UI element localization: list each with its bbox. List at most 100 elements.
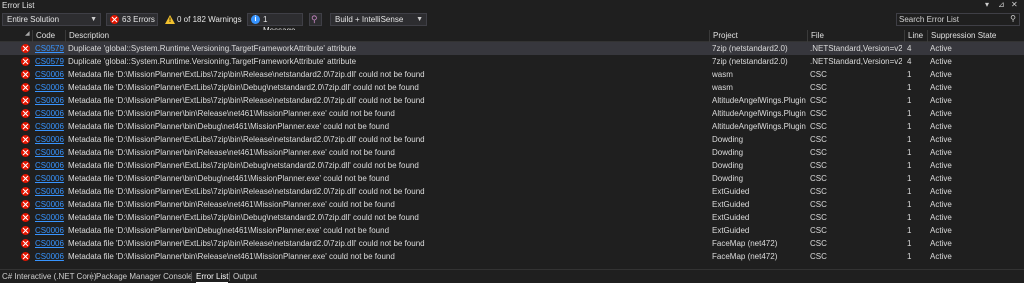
table-row[interactable]: CS0006 Metadata file 'D:\MissionPlanner\E… xyxy=(0,159,1024,172)
build-filter-dropdown[interactable]: Build + IntelliSense ▼ xyxy=(330,13,427,26)
cell-code[interactable]: CS0579 xyxy=(35,55,65,68)
chevron-down-icon: ▼ xyxy=(90,16,97,23)
column-header-suppression-state[interactable]: Suppression State xyxy=(927,30,1024,42)
cell-description: Metadata file 'D:\MissionPlanner\ExtLibs… xyxy=(68,96,425,105)
cell-code[interactable]: CS0006 xyxy=(35,237,65,250)
error-icon xyxy=(21,109,30,118)
errors-count-label: 63 Errors xyxy=(122,15,155,24)
cell-code[interactable]: CS0006 xyxy=(35,81,65,94)
tab-package-manager-console[interactable]: Package Manager Console xyxy=(96,270,193,283)
cell-line: 1 xyxy=(907,252,912,261)
column-header: ◢ Code Description Project File Line Sup… xyxy=(0,30,1024,42)
table-row[interactable]: CS0006 Metadata file 'D:\MissionPlanner\E… xyxy=(0,211,1024,224)
cell-file: CSC xyxy=(810,187,827,196)
table-row[interactable]: CS0006 Metadata file 'D:\MissionPlanner\b… xyxy=(0,172,1024,185)
column-header-project[interactable]: Project xyxy=(709,30,807,42)
tab-error-list[interactable]: Error List xyxy=(196,270,229,283)
cell-suppression-state: Active xyxy=(930,57,952,66)
cell-line: 1 xyxy=(907,96,912,105)
close-icon[interactable]: ✕ xyxy=(1011,0,1018,9)
scope-dropdown[interactable]: Entire Solution ▼ xyxy=(2,13,101,26)
cell-description: Duplicate 'global::System.Runtime.Versio… xyxy=(68,57,357,66)
cell-code[interactable]: CS0006 xyxy=(35,250,65,263)
search-input[interactable] xyxy=(899,14,1003,25)
messages-filter-button[interactable]: i 1 Message xyxy=(247,13,303,35)
search-box[interactable]: ⚲ xyxy=(896,13,1020,26)
table-row[interactable]: CS0006 Metadata file 'D:\MissionPlanner\E… xyxy=(0,185,1024,198)
cell-project: AltitudeAngelWings.Plugin xyxy=(712,109,806,118)
pin-icon[interactable]: ⊿ xyxy=(998,0,1005,9)
tab-csharp-interactive[interactable]: C# Interactive (.NET Core) xyxy=(2,270,97,283)
cell-suppression-state: Active xyxy=(930,135,952,144)
table-row[interactable]: CS0006 Metadata file 'D:\MissionPlanner\b… xyxy=(0,146,1024,159)
cell-suppression-state: Active xyxy=(930,252,952,261)
cell-code[interactable]: CS0006 xyxy=(35,120,65,133)
column-header-description[interactable]: Description xyxy=(65,30,709,42)
table-row[interactable]: CS0006 Metadata file 'D:\MissionPlanner\E… xyxy=(0,68,1024,81)
errors-filter-button[interactable]: 63 Errors xyxy=(106,13,158,26)
cell-suppression-state: Active xyxy=(930,148,952,157)
warnings-count-label: 0 of 182 Warnings xyxy=(177,15,242,24)
cell-code[interactable]: CS0006 xyxy=(35,172,65,185)
scope-dropdown-value: Entire Solution xyxy=(7,15,60,24)
window-menu-icon[interactable]: ▾ xyxy=(985,0,989,9)
table-row[interactable]: CS0006 Metadata file 'D:\MissionPlanner\b… xyxy=(0,250,1024,263)
cell-line: 1 xyxy=(907,161,912,170)
filter-toggle-button[interactable]: ⚲ xyxy=(309,13,322,26)
column-header-icon[interactable]: ◢ xyxy=(18,30,32,42)
table-row[interactable]: CS0006 Metadata file 'D:\MissionPlanner\E… xyxy=(0,81,1024,94)
table-row[interactable]: CS0006 Metadata file 'D:\MissionPlanner\b… xyxy=(0,198,1024,211)
cell-project: FaceMap (net472) xyxy=(712,239,778,248)
cell-line: 1 xyxy=(907,226,912,235)
table-row[interactable]: CS0006 Metadata file 'D:\MissionPlanner\b… xyxy=(0,224,1024,237)
cell-code[interactable]: CS0006 xyxy=(35,107,65,120)
cell-description: Metadata file 'D:\MissionPlanner\ExtLibs… xyxy=(68,70,425,79)
table-row[interactable]: CS0579 Duplicate 'global::System.Runtime.… xyxy=(0,55,1024,68)
cell-code[interactable]: CS0006 xyxy=(35,185,65,198)
cell-project: ExtGuided xyxy=(712,200,750,209)
cell-code[interactable]: CS0006 xyxy=(35,94,65,107)
error-icon xyxy=(21,226,30,235)
tab-separator xyxy=(91,272,92,281)
column-header-code[interactable]: Code xyxy=(32,30,65,42)
cell-code[interactable]: CS0579 xyxy=(35,42,65,55)
tab-output[interactable]: Output xyxy=(233,270,257,283)
cell-description: Metadata file 'D:\MissionPlanner\ExtLibs… xyxy=(68,187,425,196)
filter-icon: ⚲ xyxy=(311,14,318,24)
cell-code[interactable]: CS0006 xyxy=(35,198,65,211)
error-icon xyxy=(21,213,30,222)
table-row[interactable]: CS0006 Metadata file 'D:\MissionPlanner\b… xyxy=(0,107,1024,120)
cell-code[interactable]: CS0006 xyxy=(35,211,65,224)
cell-code[interactable]: CS0006 xyxy=(35,133,65,146)
bottom-tab-bar: C# Interactive (.NET Core) Package Manag… xyxy=(0,269,1024,283)
cell-line: 1 xyxy=(907,213,912,222)
tab-separator xyxy=(191,272,192,281)
tab-separator xyxy=(229,272,230,281)
table-row[interactable]: CS0006 Metadata file 'D:\MissionPlanner\E… xyxy=(0,133,1024,146)
cell-file: CSC xyxy=(810,161,827,170)
cell-project: Dowding xyxy=(712,135,744,144)
error-icon xyxy=(21,96,30,105)
error-icon xyxy=(21,135,30,144)
error-icon xyxy=(21,122,30,131)
table-row[interactable]: CS0006 Metadata file 'D:\MissionPlanner\b… xyxy=(0,120,1024,133)
cell-project: Dowding xyxy=(712,174,744,183)
cell-code[interactable]: CS0006 xyxy=(35,146,65,159)
warnings-filter-button[interactable]: ! 0 of 182 Warnings xyxy=(161,13,244,26)
table-row[interactable]: CS0579 Duplicate 'global::System.Runtime.… xyxy=(0,42,1024,55)
cell-description: Metadata file 'D:\MissionPlanner\bin\Rel… xyxy=(68,148,395,157)
cell-file: CSC xyxy=(810,135,827,144)
cell-description: Metadata file 'D:\MissionPlanner\bin\Deb… xyxy=(68,122,390,131)
table-row[interactable]: CS0006 Metadata file 'D:\MissionPlanner\E… xyxy=(0,94,1024,107)
cell-line: 1 xyxy=(907,187,912,196)
column-header-line[interactable]: Line xyxy=(904,30,927,42)
column-header-file[interactable]: File xyxy=(807,30,904,42)
table-row[interactable]: CS0006 Metadata file 'D:\MissionPlanner\E… xyxy=(0,237,1024,250)
cell-line: 1 xyxy=(907,148,912,157)
cell-code[interactable]: CS0006 xyxy=(35,224,65,237)
cell-line: 1 xyxy=(907,109,912,118)
cell-description: Metadata file 'D:\MissionPlanner\ExtLibs… xyxy=(68,135,425,144)
cell-code[interactable]: CS0006 xyxy=(35,159,65,172)
search-icon[interactable]: ⚲ xyxy=(1010,14,1016,23)
cell-code[interactable]: CS0006 xyxy=(35,68,65,81)
